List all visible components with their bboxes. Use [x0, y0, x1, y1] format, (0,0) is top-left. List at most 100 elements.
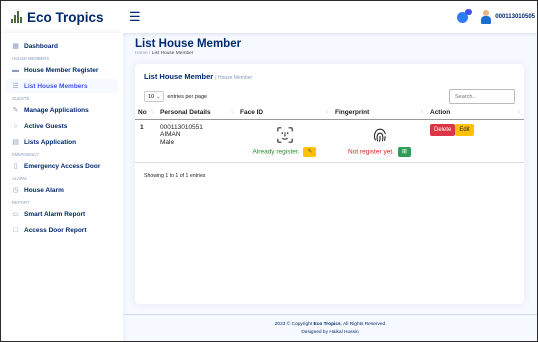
column-header-fingerprint[interactable]: Fingerprint ↑↓: [332, 107, 427, 120]
sidebar-item-label: Lists Application: [24, 138, 77, 146]
edit-button[interactable]: Edit: [455, 123, 474, 136]
list-icon: ▤: [12, 138, 19, 146]
breadcrumb-current: List House Member: [151, 51, 194, 56]
table-row: 1 000113010551 AIMAN Male Already regist…: [135, 119, 524, 163]
sidebar-section-house-members: HOUSE MEMBERS: [12, 56, 50, 61]
header-label: Fingerprint: [335, 109, 370, 117]
circle-icon: ○: [13, 122, 18, 130]
sidebar-item-label: Manage Applications: [24, 106, 89, 114]
header-label: Action: [430, 109, 451, 117]
page-title: List House Member: [135, 38, 242, 50]
sidebar-item-access-door-report[interactable]: □ Access Door Report: [6, 223, 118, 237]
sort-icon: ↑↓: [517, 109, 521, 115]
header-label: No: [138, 109, 147, 117]
register-fingerprint-plus-icon[interactable]: ⊞: [397, 146, 411, 157]
user-id-label[interactable]: 000113010505: [495, 14, 535, 20]
sidebar-item-label: House Member Register: [24, 66, 99, 74]
brand-logo[interactable]: Eco Tropics: [1, 10, 121, 25]
list-icon: ☰: [12, 82, 19, 90]
sidebar-item-label: Emergency Access Door: [24, 162, 101, 170]
door-icon: ▯: [13, 162, 18, 170]
face-id-icon: [276, 126, 293, 143]
sort-icon: ↑↓: [325, 109, 329, 115]
sidebar-item-list-house-members[interactable]: ☰ List House Members: [6, 79, 118, 93]
sidebar-item-house-alarm[interactable]: ◷ House Alarm: [6, 183, 118, 197]
notification-badge: [465, 8, 473, 15]
notification-bell-icon[interactable]: [457, 8, 473, 23]
sidebar-item-label: List House Members: [24, 82, 88, 90]
header-label: Face ID: [240, 109, 264, 117]
main-content: List House Member Home / List House Memb…: [123, 33, 537, 341]
member-gender: Male: [160, 138, 175, 146]
grid-icon: ▦: [12, 42, 19, 50]
app-frame: Eco Tropics ☰ 000113010505 ▦ Dashboard H…: [0, 0, 538, 342]
sidebar-section-emergency: EMERGENCY: [12, 152, 39, 157]
footer: 2023 © Copyright Eco Tropics. All Rights…: [123, 314, 537, 341]
cell-personal-details: 000113010551 AIMAN Male: [157, 119, 237, 163]
card-title-text: List House Member: [144, 72, 214, 81]
sidebar-item-label: Access Door Report: [24, 226, 87, 234]
cell-face-id: Already register. ✎: [237, 119, 332, 163]
breadcrumb-home[interactable]: Home: [135, 51, 148, 56]
pencil-icon: ✎: [12, 106, 19, 114]
sidebar-item-label: Smart Alarm Report: [24, 210, 86, 218]
header-label: Personal Details: [160, 109, 211, 117]
sidebar-item-active-guests[interactable]: ○ Active Guests: [6, 119, 118, 133]
sidebar-item-lists-application[interactable]: ▤ Lists Application: [6, 135, 118, 149]
card-icon: ▬: [12, 66, 19, 74]
alarm-icon: ◷: [12, 186, 19, 194]
brand-name: Eco Tropics: [27, 9, 104, 25]
sidebar-item-label: Dashboard: [24, 42, 58, 50]
sidebar-section-alarm: ALARM: [12, 176, 27, 181]
copyright-suffix: . All Rights Reserved: [340, 322, 386, 327]
user-avatar[interactable]: [480, 10, 492, 24]
edit-face-pencil-icon[interactable]: ✎: [303, 146, 317, 157]
footer-copyright: 2023 © Copyright Eco Tropics. All Rights…: [123, 321, 537, 329]
column-header-no[interactable]: No ↑↓: [135, 107, 157, 120]
member-id: 000113010551: [160, 123, 203, 131]
face-status: Already register.: [252, 148, 300, 156]
card-subtitle: | House Member: [215, 75, 253, 81]
sidebar-item-smart-alarm-report[interactable]: ▭ Smart Alarm Report: [6, 207, 118, 221]
cell-action: Delete Edit: [427, 119, 524, 163]
sidebar-item-dashboard[interactable]: ▦ Dashboard: [6, 39, 118, 53]
sidebar-item-label: House Alarm: [24, 186, 64, 194]
device-icon: ▭: [12, 210, 19, 218]
sidebar-item-label: Active Guests: [24, 122, 68, 130]
table-info: Showing 1 to 1 of 1 entries: [144, 172, 206, 179]
sidebar-item-house-member-register[interactable]: ▬ House Member Register: [6, 63, 118, 77]
footer-designed-by[interactable]: Designed by Haikal Hussin: [123, 329, 537, 337]
sidebar-item-emergency-access-door[interactable]: ▯ Emergency Access Door: [6, 159, 118, 173]
delete-button[interactable]: Delete: [430, 123, 456, 136]
sort-icon: ↑↓: [150, 109, 154, 115]
house-member-card: List House Member | House Member 10 ⌄ en…: [135, 64, 524, 304]
cell-no: 1: [135, 119, 157, 163]
sidebar: ▦ Dashboard HOUSE MEMBERS ▬ House Member…: [1, 33, 123, 341]
fingerprint-icon: [373, 128, 386, 142]
entries-label: entries per page: [167, 93, 208, 100]
copyright-prefix: 2023 © Copyright: [274, 322, 314, 327]
column-header-action[interactable]: Action ↑↓: [427, 107, 524, 120]
logo-icon: [11, 11, 23, 23]
chevron-down-icon: ⌄: [156, 93, 161, 100]
hamburger-menu-icon[interactable]: ☰: [129, 9, 141, 25]
copyright-brand: Eco Tropics: [313, 322, 341, 327]
entries-value: 10: [148, 93, 155, 100]
column-header-face-id[interactable]: Face ID ↑↓: [237, 107, 332, 120]
sort-icon: ↑↓: [420, 109, 424, 115]
search-input[interactable]: [449, 89, 515, 104]
sidebar-item-manage-applications[interactable]: ✎ Manage Applications: [6, 103, 118, 117]
breadcrumb: Home / List House Member: [135, 51, 527, 56]
sidebar-section-report: REPORT: [12, 200, 30, 205]
sidebar-section-guests: GUESTS: [12, 96, 30, 101]
top-header: Eco Tropics ☰ 000113010505: [1, 1, 537, 33]
fingerprint-status: Not register yet.: [348, 148, 394, 156]
sort-icon: ↑↓: [230, 109, 234, 115]
column-header-personal-details[interactable]: Personal Details ↑↓: [157, 107, 237, 120]
table-controls: 10 ⌄ entries per page: [144, 89, 515, 104]
entries-per-page-select[interactable]: 10 ⌄: [144, 91, 165, 102]
card-title: List House Member | House Member: [144, 72, 515, 81]
document-icon: □: [13, 226, 18, 234]
cell-fingerprint: Not register yet. ⊞: [332, 119, 427, 163]
house-member-table: No ↑↓ Personal Details ↑↓ Face ID ↑↓ Finger…: [135, 107, 524, 163]
